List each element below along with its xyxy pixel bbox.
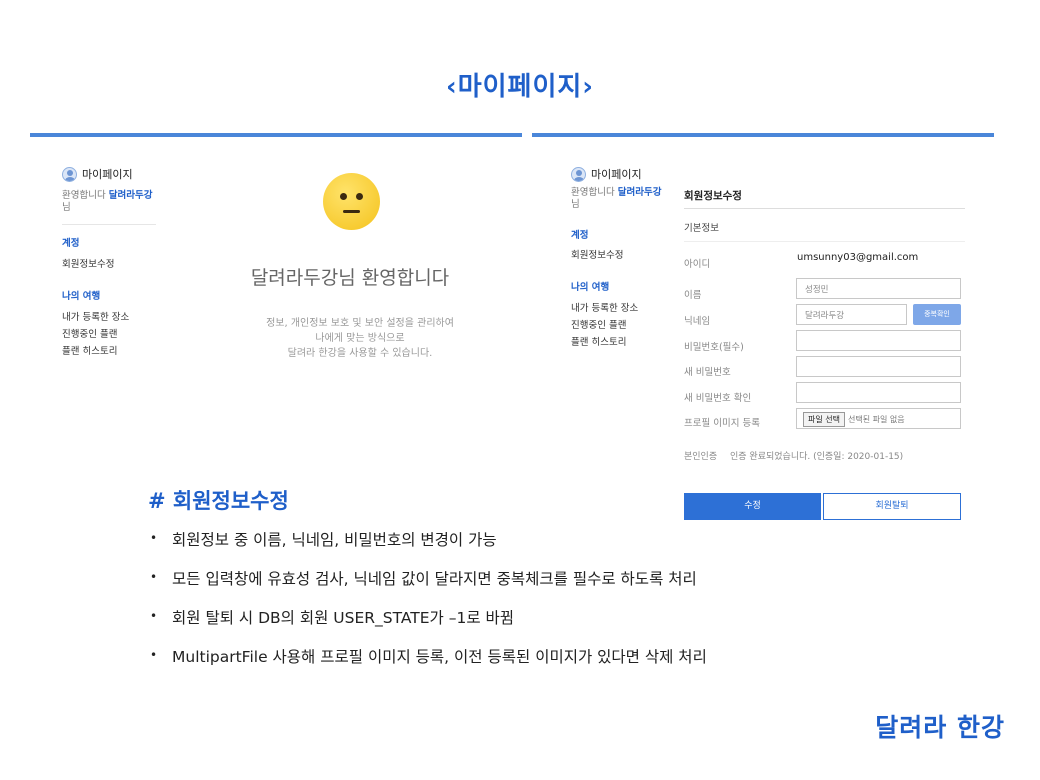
sidebar-right: 마이페이지 환영합니다 달려라두강 님 계정 회원정보수정 나의 여행 내가 등… bbox=[571, 166, 665, 348]
sidebar-item-edit[interactable]: 회원정보수정 bbox=[62, 256, 156, 270]
desc-line-1: 정보, 개인정보 보호 및 보안 설정을 관리하여 bbox=[266, 318, 454, 329]
bullet-marker: • bbox=[150, 609, 158, 623]
submit-button[interactable]: 수정 bbox=[684, 493, 821, 520]
user-icon bbox=[62, 166, 77, 182]
list-item: • 회원 탈퇴 시 DB의 회원 USER_STATE가 –1로 바뀜 bbox=[150, 606, 707, 645]
password-input[interactable] bbox=[796, 330, 961, 351]
welcome-suffix: 님 bbox=[571, 199, 580, 210]
sidebar-item-places[interactable]: 내가 등록한 장소 bbox=[62, 309, 156, 323]
name-input[interactable]: 성정민 bbox=[796, 278, 961, 299]
list-item-text: 회원정보 중 이름, 닉네임, 비밀번호의 변경이 가능 bbox=[172, 531, 497, 549]
list-item: • MultipartFile 사용해 프로필 이미지 등록, 이전 등록된 이미… bbox=[150, 645, 707, 684]
slide-title: ‹마이페이지› bbox=[445, 72, 595, 102]
neutral-face-icon bbox=[323, 173, 380, 230]
list-item-text: 모든 입력창에 유효성 검사, 닉네임 값이 달라지면 중복체크를 필수로 하도… bbox=[172, 570, 697, 588]
welcome-prefix: 환영합니다 bbox=[62, 190, 106, 201]
new-password-confirm-label: 새 비밀번호 확인 bbox=[684, 393, 752, 404]
withdraw-button[interactable]: 회원탈퇴 bbox=[823, 493, 961, 520]
file-select-button[interactable]: 파일 선택 bbox=[803, 412, 845, 427]
file-status: 선택된 파일 없음 bbox=[848, 415, 905, 424]
id-label: 아이디 bbox=[684, 259, 711, 270]
sidebar-header[interactable]: 마이페이지 bbox=[62, 166, 156, 182]
sidebar-item-places[interactable]: 내가 등록한 장소 bbox=[571, 300, 665, 314]
desc-line-3: 달려라 한강을 사용할 수 있습니다. bbox=[287, 348, 433, 359]
list-item-text: MultipartFile 사용해 프로필 이미지 등록, 이전 등록된 이미지… bbox=[172, 648, 707, 666]
welcome-name: 달려라두강 bbox=[617, 187, 662, 198]
sidebar-title: 마이페이지 bbox=[82, 168, 133, 181]
name-label: 이름 bbox=[684, 290, 702, 301]
divider-right bbox=[532, 133, 994, 137]
sidebar-item-history[interactable]: 플랜 히스토리 bbox=[62, 343, 156, 357]
sidebar-item-plans[interactable]: 진행중인 플랜 bbox=[62, 326, 156, 340]
bullet-marker: • bbox=[150, 531, 158, 545]
password-label: 비밀번호(필수) bbox=[684, 342, 744, 353]
list-item: • 모든 입력창에 유효성 검사, 닉네임 값이 달라지면 중복체크를 필수로 하… bbox=[150, 567, 707, 606]
form-title: 회원정보수정 bbox=[684, 190, 742, 202]
welcome-description: 정보, 개인정보 보호 및 보안 설정을 관리하여 나에게 맞는 방식으로 달려… bbox=[200, 316, 520, 361]
welcome-heading: 달려라두강님 환영합니다 bbox=[250, 267, 450, 289]
divider-left bbox=[30, 133, 522, 137]
id-value: umsunny03@gmail.com bbox=[797, 252, 919, 263]
brand-logo: 달려라 한강 bbox=[875, 713, 1005, 742]
nickname-label: 닉네임 bbox=[684, 316, 711, 327]
sidebar-title: 마이페이지 bbox=[591, 168, 642, 181]
sidebar-group-account: 계정 bbox=[62, 238, 80, 249]
sidebar-item-history[interactable]: 플랜 히스토리 bbox=[571, 334, 665, 348]
new-password-label: 새 비밀번호 bbox=[684, 367, 731, 378]
new-password-confirm-input[interactable] bbox=[796, 382, 961, 403]
duplicate-check-button[interactable]: 중복확인 bbox=[913, 304, 961, 325]
welcome-prefix: 환영합니다 bbox=[571, 187, 615, 198]
section-heading: # 회원정보수정 bbox=[148, 489, 289, 513]
form-section-basic: 기본정보 bbox=[684, 223, 719, 234]
welcome-name: 달려라두강 bbox=[108, 190, 153, 201]
nickname-input[interactable]: 달려라두강 bbox=[796, 304, 907, 325]
sidebar-item-plans[interactable]: 진행중인 플랜 bbox=[571, 317, 665, 331]
sidebar-group-account: 계정 bbox=[571, 230, 589, 241]
list-item-text: 회원 탈퇴 시 DB의 회원 USER_STATE가 –1로 바뀜 bbox=[172, 609, 515, 627]
sidebar-left: 마이페이지 환영합니다 달려라두강 님 계정 회원정보수정 나의 여행 내가 등… bbox=[62, 166, 156, 357]
bullet-marker: • bbox=[150, 570, 158, 584]
sidebar-welcome: 환영합니다 달려라두강 님 bbox=[571, 187, 665, 211]
sidebar-welcome: 환영합니다 달려라두강 님 bbox=[62, 190, 156, 214]
verification-label: 본인인증 bbox=[684, 452, 718, 462]
form-section-divider bbox=[684, 241, 965, 242]
form-title-divider bbox=[684, 208, 965, 209]
sidebar-divider bbox=[62, 224, 156, 225]
user-icon bbox=[571, 166, 586, 182]
sidebar-item-edit[interactable]: 회원정보수정 bbox=[571, 247, 665, 261]
desc-line-2: 나에게 맞는 방식으로 bbox=[315, 333, 405, 344]
bullet-marker: • bbox=[150, 648, 158, 662]
welcome-suffix: 님 bbox=[62, 202, 71, 213]
profile-image-label: 프로필 이미지 등록 bbox=[684, 418, 760, 429]
sidebar-header[interactable]: 마이페이지 bbox=[571, 166, 665, 182]
verification-row: 본인인증 인증 완료되었습니다. (인증일: 2020-01-15) bbox=[684, 449, 903, 462]
sidebar-group-trips: 나의 여행 bbox=[62, 291, 101, 302]
sidebar-group-trips: 나의 여행 bbox=[571, 282, 610, 293]
verification-status: 인증 완료되었습니다. (인증일: 2020-01-15) bbox=[730, 452, 904, 462]
new-password-input[interactable] bbox=[796, 356, 961, 377]
feature-list: • 회원정보 중 이름, 닉네임, 비밀번호의 변경이 가능 • 모든 입력창에 유… bbox=[150, 528, 707, 684]
list-item: • 회원정보 중 이름, 닉네임, 비밀번호의 변경이 가능 bbox=[150, 528, 707, 567]
